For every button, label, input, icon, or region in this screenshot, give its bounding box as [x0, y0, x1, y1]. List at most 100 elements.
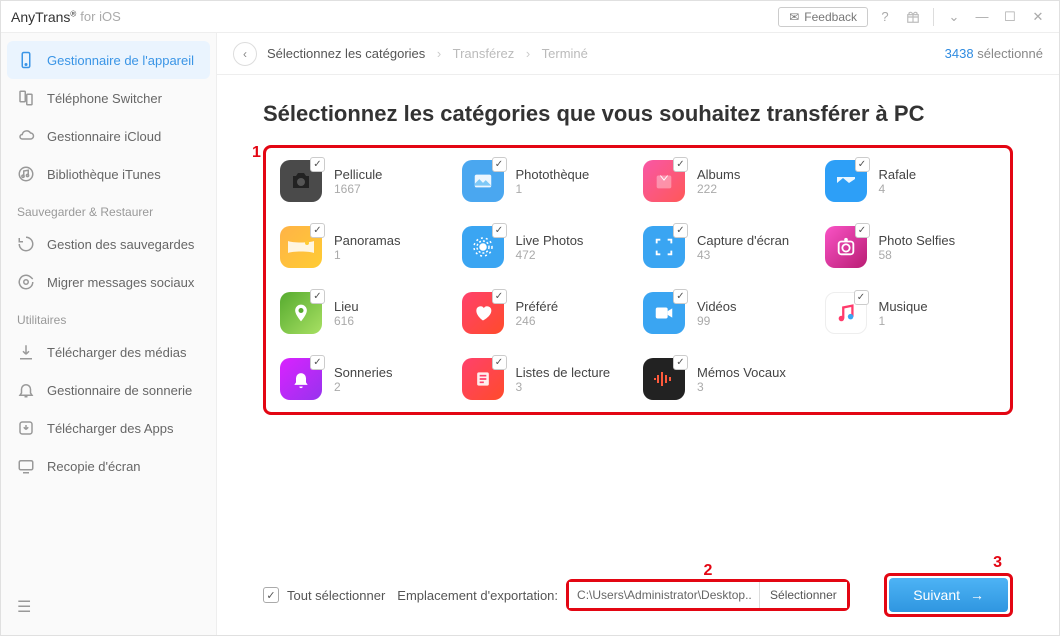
category-count: 246 [516, 314, 559, 328]
category-checkbox[interactable]: ✓ [673, 289, 688, 304]
category-count: 58 [879, 248, 956, 262]
categories-box: 1 ✓Pellicule1667✓Photothèque1✓Albums222✓… [263, 145, 1013, 415]
category-label: Albums [697, 167, 740, 182]
crumb-step-1: Sélectionnez les catégories [267, 46, 425, 61]
pano-icon: ✓ [280, 226, 322, 268]
export-path-input[interactable] [569, 582, 759, 608]
category-label: Pellicule [334, 167, 382, 182]
category-burst[interactable]: ✓Rafale4 [825, 160, 997, 202]
minimize-icon[interactable]: — [971, 6, 993, 28]
sidebar-item-download-apps[interactable]: Télécharger des Apps [7, 409, 210, 447]
category-count: 3 [697, 380, 786, 394]
category-label: Panoramas [334, 233, 400, 248]
selection-count: 3438 sélectionné [945, 46, 1043, 61]
category-pano[interactable]: ✓Panoramas1 [280, 226, 452, 268]
category-label: Photothèque [516, 167, 590, 182]
category-checkbox[interactable]: ✓ [855, 157, 870, 172]
sidebar-item-itunes-library[interactable]: Bibliothèque iTunes [7, 155, 210, 193]
itunes-library-icon [17, 165, 35, 183]
sidebar-item-icloud-manager[interactable]: Gestionnaire iCloud [7, 117, 210, 155]
category-list[interactable]: ✓Listes de lecture3 [462, 358, 634, 400]
category-count: 1 [516, 182, 590, 196]
category-selfie[interactable]: ✓Photo Selfies58 [825, 226, 997, 268]
category-label: Live Photos [516, 233, 584, 248]
category-checkbox[interactable]: ✓ [310, 355, 325, 370]
category-checkbox[interactable]: ✓ [310, 289, 325, 304]
category-label: Lieu [334, 299, 359, 314]
annotation-1: 1 [252, 144, 261, 162]
select-all-checkbox[interactable]: ✓ [263, 587, 279, 603]
download-apps-icon [17, 419, 35, 437]
category-checkbox[interactable]: ✓ [854, 290, 869, 305]
sidebar-item-phone-switcher[interactable]: Téléphone Switcher [7, 79, 210, 117]
category-checkbox[interactable]: ✓ [492, 223, 507, 238]
category-checkbox[interactable]: ✓ [492, 157, 507, 172]
chevron-down-icon[interactable]: ⌄ [943, 6, 965, 28]
category-count: 1667 [334, 182, 382, 196]
video-icon: ✓ [643, 292, 685, 334]
category-video[interactable]: ✓Vidéos99 [643, 292, 815, 334]
next-label: Suivant [913, 587, 960, 603]
category-checkbox[interactable]: ✓ [855, 223, 870, 238]
breadcrumb-row: ‹ Sélectionnez les catégories › Transfér… [217, 33, 1059, 75]
list-icon: ✓ [462, 358, 504, 400]
category-checkbox[interactable]: ✓ [310, 157, 325, 172]
section-utils: Utilitaires [7, 301, 210, 333]
category-bell[interactable]: ✓Sonneries2 [280, 358, 452, 400]
category-live[interactable]: ✓Live Photos472 [462, 226, 634, 268]
arrow-right-icon: → [970, 587, 984, 603]
brand-sub: for iOS [80, 9, 120, 24]
category-photo[interactable]: ✓ Photothèque1 [462, 160, 634, 202]
page-title: Sélectionnez les catégories que vous sou… [263, 101, 1013, 127]
category-checkbox[interactable]: ✓ [673, 157, 688, 172]
category-checkbox[interactable]: ✓ [310, 223, 325, 238]
category-checkbox[interactable]: ✓ [492, 289, 507, 304]
sidebar-item-label: Télécharger des Apps [47, 421, 173, 436]
feedback-label: Feedback [804, 10, 857, 24]
feedback-button[interactable]: ✉ Feedback [778, 7, 868, 27]
sidebar-item-label: Téléphone Switcher [47, 91, 162, 106]
sidebar-item-download-media[interactable]: Télécharger des médias [7, 333, 210, 371]
export-path-box: 2 Sélectionner [566, 579, 850, 611]
category-count: 222 [697, 182, 740, 196]
album-icon: ✓ [643, 160, 685, 202]
category-screenshot[interactable]: ✓ Capture d'écran43 [643, 226, 815, 268]
select-all-label: Tout sélectionner [287, 588, 385, 603]
sidebar-item-ringtone-manager[interactable]: Gestionnaire de sonnerie [7, 371, 210, 409]
category-count: 1 [879, 314, 928, 328]
category-pin[interactable]: ✓Lieu616 [280, 292, 452, 334]
migrate-social-icon [17, 273, 35, 291]
title-bar: AnyTrans® for iOS ✉ Feedback ? ⌄ — ☐ ✕ [1, 1, 1059, 33]
sidebar-item-label: Gestionnaire de l'appareil [47, 53, 194, 68]
category-count: 3 [516, 380, 611, 394]
sidebar-item-device-manager[interactable]: Gestionnaire de l'appareil [7, 41, 210, 79]
back-button[interactable]: ‹ [233, 42, 257, 66]
sidebar-item-label: Bibliothèque iTunes [47, 167, 161, 182]
maximize-icon[interactable]: ☐ [999, 6, 1021, 28]
browse-button[interactable]: Sélectionner [759, 582, 847, 608]
category-checkbox[interactable]: ✓ [492, 355, 507, 370]
category-music[interactable]: ✓Musique1 [825, 292, 997, 334]
sidebar-item-backup-manager[interactable]: Gestion des sauvegardes [7, 225, 210, 263]
category-checkbox[interactable]: ✓ [673, 355, 688, 370]
annotation-2: 2 [703, 562, 712, 580]
pin-icon: ✓ [280, 292, 322, 334]
gift-icon[interactable] [902, 6, 924, 28]
next-button[interactable]: Suivant → [889, 578, 1008, 612]
category-checkbox[interactable]: ✓ [673, 223, 688, 238]
category-count: 43 [697, 248, 789, 262]
screenshot-icon: ✓ [643, 226, 685, 268]
category-label: Capture d'écran [697, 233, 789, 248]
hamburger-icon[interactable]: ☰ [7, 587, 37, 627]
category-album[interactable]: ✓ Albums222 [643, 160, 815, 202]
close-icon[interactable]: ✕ [1027, 6, 1049, 28]
sidebar-item-screen-mirror[interactable]: Recopie d'écran [7, 447, 210, 485]
annotation-3: 3 [993, 554, 1002, 572]
phone-switcher-icon [17, 89, 35, 107]
category-heart[interactable]: ✓Préféré246 [462, 292, 634, 334]
sidebar-item-migrate-social[interactable]: Migrer messages sociaux [7, 263, 210, 301]
crumb-step-2: Transférez [453, 46, 515, 61]
help-icon[interactable]: ? [874, 6, 896, 28]
category-voice[interactable]: ✓Mémos Vocaux3 [643, 358, 815, 400]
category-camera[interactable]: ✓ Pellicule1667 [280, 160, 452, 202]
